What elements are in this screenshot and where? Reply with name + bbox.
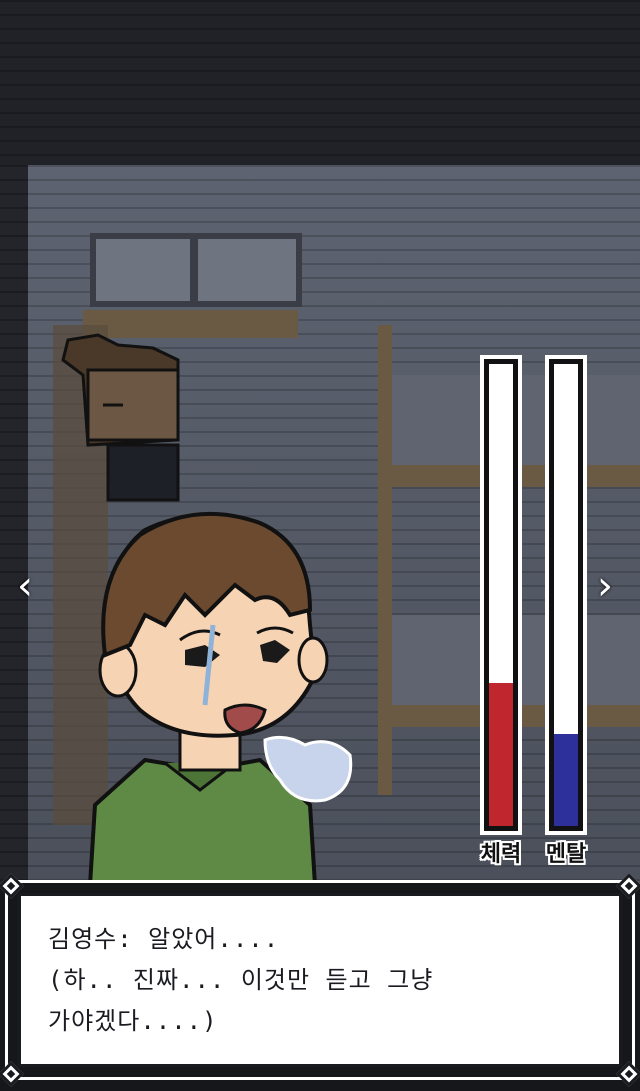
chevron-right-icon[interactable]: › xyxy=(590,563,620,609)
room-window xyxy=(90,233,302,307)
chevron-left-icon[interactable]: ‹ xyxy=(10,563,40,609)
left-background xyxy=(0,165,28,885)
npc-character xyxy=(61,333,180,502)
dialog-text: 김영수: 알았어.... (하.. 진짜... 이것만 듣고 그냥 가야겠다..… xyxy=(48,919,602,1042)
dialog-line: 김영수: 알았어.... xyxy=(48,925,280,953)
health-gauge xyxy=(480,355,522,835)
mental-label: 멘탈 xyxy=(545,842,587,867)
health-label: 체력 xyxy=(480,842,522,867)
dialog-line: 가야겠다....) xyxy=(48,1007,218,1035)
protagonist-portrait xyxy=(87,511,353,885)
mental-gauge xyxy=(545,355,587,835)
top-background xyxy=(0,0,640,165)
mental-gauge-fill xyxy=(554,733,578,826)
health-gauge-fill xyxy=(489,682,513,826)
dialog-line: (하.. 진짜... 이것만 듣고 그냥 xyxy=(48,966,434,994)
dialog-box[interactable]: 김영수: 알았어.... (하.. 진짜... 이것만 듣고 그냥 가야겠다..… xyxy=(0,873,640,1087)
